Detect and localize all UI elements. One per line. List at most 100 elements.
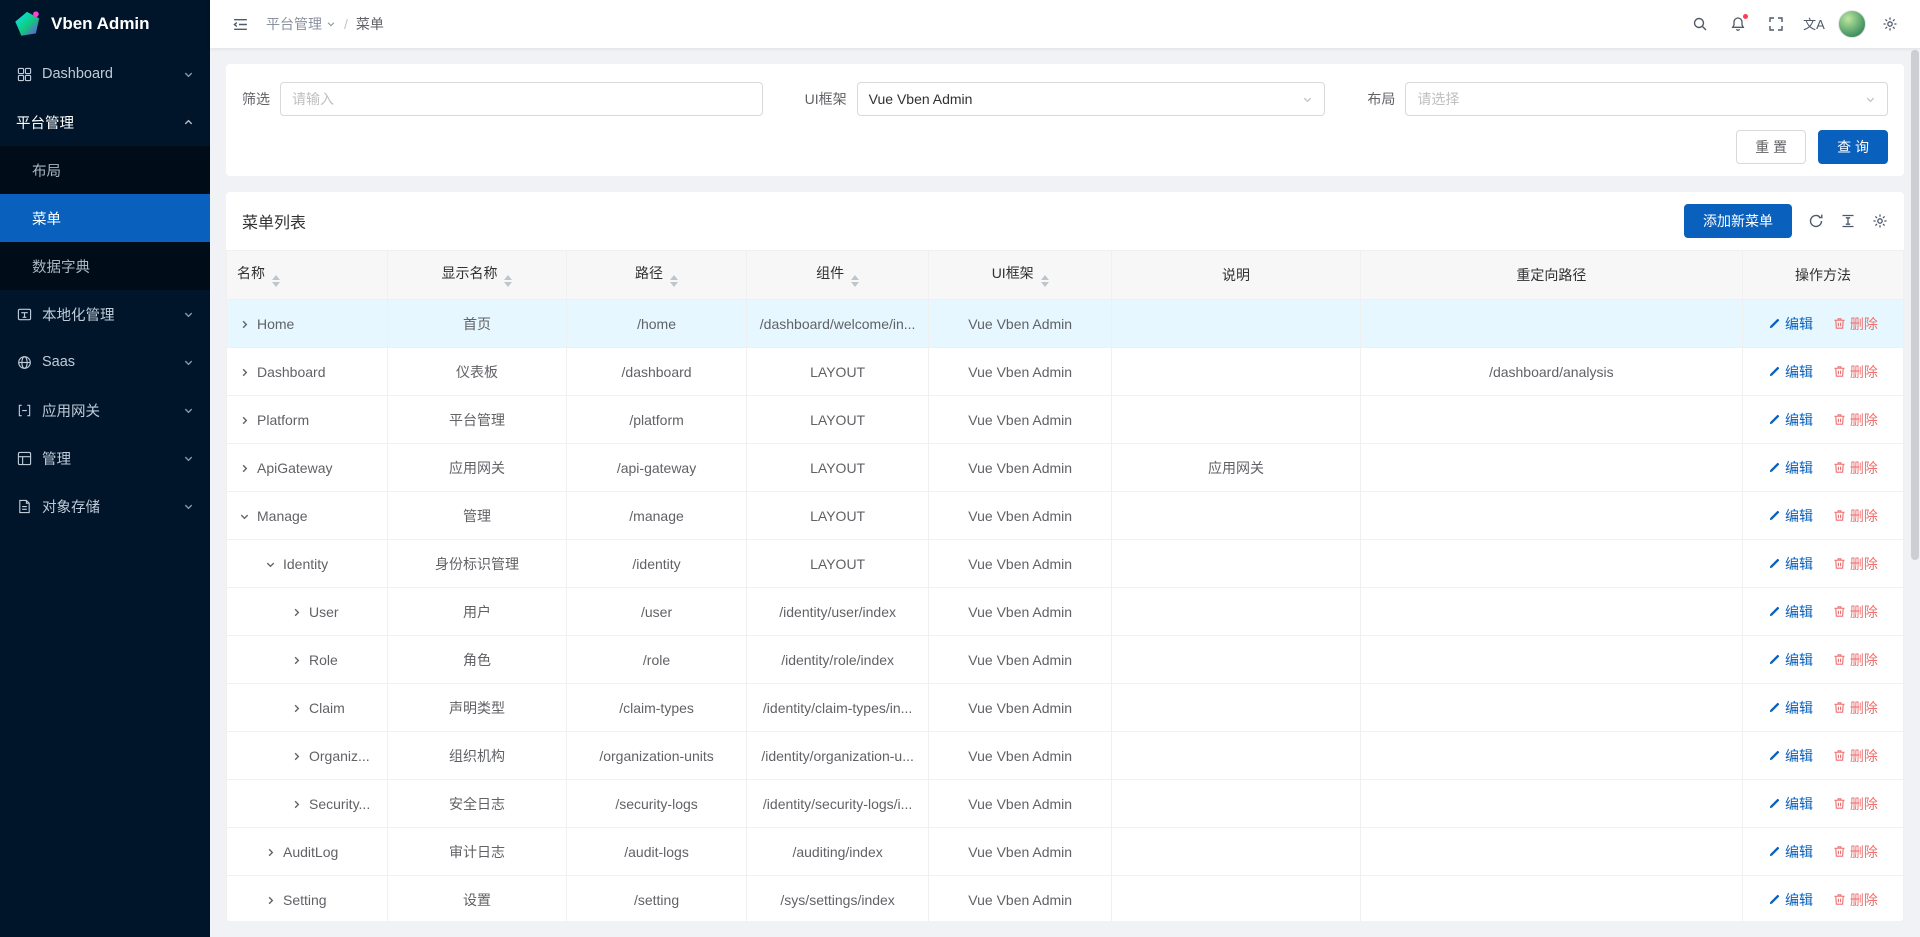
expand-chevron-icon[interactable] [239, 511, 250, 522]
delete-button[interactable]: 删除 [1833, 842, 1878, 862]
sort-icon[interactable] [851, 275, 859, 287]
table-row[interactable]: AuditLog 审计日志 /audit-logs /auditing/inde… [227, 828, 1904, 876]
expand-chevron-icon[interactable] [291, 607, 302, 618]
sort-icon[interactable] [504, 275, 512, 287]
refresh-icon[interactable] [1808, 213, 1824, 229]
delete-button[interactable]: 删除 [1833, 410, 1878, 430]
table-row[interactable]: Platform 平台管理 /platform LAYOUT Vue Vben … [227, 396, 1904, 444]
sidebar-item-storage[interactable]: 对象存储 [0, 482, 210, 530]
column-label: 路径 [635, 265, 663, 281]
table-row[interactable]: Manage 管理 /manage LAYOUT Vue Vben Admin … [227, 492, 1904, 540]
vertical-scrollbar[interactable] [1911, 50, 1919, 935]
expand-chevron-icon[interactable] [239, 415, 250, 426]
sort-icon[interactable] [1041, 275, 1049, 287]
edit-button[interactable]: 编辑 [1768, 362, 1813, 382]
delete-button[interactable]: 删除 [1833, 458, 1878, 478]
expand-chevron-icon[interactable] [239, 319, 250, 330]
table-row[interactable]: Claim 声明类型 /claim-types /identity/claim-… [227, 684, 1904, 732]
expand-chevron-icon[interactable] [291, 655, 302, 666]
ui-framework-select[interactable]: Vue Vben Admin [857, 82, 1326, 116]
sidebar-item-label: 本地化管理 [42, 304, 173, 325]
table-row[interactable]: Role 角色 /role /identity/role/index Vue V… [227, 636, 1904, 684]
row-height-icon[interactable] [1840, 213, 1856, 229]
delete-button[interactable]: 删除 [1833, 650, 1878, 670]
edit-button[interactable]: 编辑 [1768, 410, 1813, 430]
translate-icon[interactable]: 文A [1798, 8, 1830, 40]
delete-button[interactable]: 删除 [1833, 554, 1878, 574]
edit-button[interactable]: 编辑 [1768, 602, 1813, 622]
menu-fold-icon[interactable] [224, 8, 256, 40]
sidebar-item-saas[interactable]: Saas [0, 338, 210, 386]
column-header[interactable]: UI框架 [929, 251, 1112, 300]
expand-chevron-icon[interactable] [265, 895, 276, 906]
sidebar-item-manage[interactable]: 管理 [0, 434, 210, 482]
expand-chevron-icon[interactable] [239, 367, 250, 378]
app-logo[interactable]: Vben Admin [0, 0, 210, 48]
edit-button[interactable]: 编辑 [1768, 842, 1813, 862]
expand-chevron-icon[interactable] [265, 847, 276, 858]
sidebar-subitem-2[interactable]: 数据字典 [0, 242, 210, 290]
delete-button[interactable]: 删除 [1833, 746, 1878, 766]
settings-gear-icon[interactable] [1874, 8, 1906, 40]
search-icon[interactable] [1684, 8, 1716, 40]
breadcrumb-item-platform[interactable]: 平台管理 [266, 14, 336, 34]
sidebar-subitem-0[interactable]: 布局 [0, 146, 210, 194]
notification-icon[interactable] [1722, 8, 1754, 40]
trash-icon [1833, 413, 1846, 426]
reset-button[interactable]: 重 置 [1736, 130, 1806, 164]
expand-chevron-icon[interactable] [291, 799, 302, 810]
add-menu-button[interactable]: 添加新菜单 [1684, 204, 1792, 238]
table-row[interactable]: Identity 身份标识管理 /identity LAYOUT Vue Vbe… [227, 540, 1904, 588]
sort-icon[interactable] [272, 275, 280, 287]
table-row[interactable]: Security... 安全日志 /security-logs /identit… [227, 780, 1904, 828]
sidebar-item-localization[interactable]: 本地化管理 [0, 290, 210, 338]
delete-label: 删除 [1850, 362, 1878, 382]
edit-button[interactable]: 编辑 [1768, 650, 1813, 670]
actions-cell: 编辑 删除 [1742, 300, 1903, 348]
column-settings-icon[interactable] [1872, 213, 1888, 229]
sort-icon[interactable] [670, 275, 678, 287]
avatar[interactable] [1836, 8, 1868, 40]
query-button[interactable]: 查 询 [1818, 130, 1888, 164]
sidebar-subitem-1[interactable]: 菜单 [0, 194, 210, 242]
table-row[interactable]: Organiz... 组织机构 /organization-units /ide… [227, 732, 1904, 780]
delete-button[interactable]: 删除 [1833, 890, 1878, 910]
delete-button[interactable]: 删除 [1833, 698, 1878, 718]
delete-button[interactable]: 删除 [1833, 362, 1878, 382]
table-row[interactable]: Home 首页 /home /dashboard/welcome/in... V… [227, 300, 1904, 348]
expand-chevron-icon[interactable] [291, 703, 302, 714]
expand-chevron-icon[interactable] [239, 463, 250, 474]
sidebar-item-platform[interactable]: 平台管理 [0, 98, 210, 146]
edit-button[interactable]: 编辑 [1768, 794, 1813, 814]
fullscreen-icon[interactable] [1760, 8, 1792, 40]
delete-button[interactable]: 删除 [1833, 602, 1878, 622]
edit-button[interactable]: 编辑 [1768, 458, 1813, 478]
scrollbar-thumb[interactable] [1911, 50, 1919, 560]
filter-input[interactable] [280, 82, 763, 116]
delete-button[interactable]: 删除 [1833, 314, 1878, 334]
column-header[interactable]: 显示名称 [387, 251, 566, 300]
redirect-cell [1360, 828, 1742, 876]
column-header[interactable]: 组件 [747, 251, 929, 300]
edit-button[interactable]: 编辑 [1768, 314, 1813, 334]
edit-button[interactable]: 编辑 [1768, 554, 1813, 574]
expand-chevron-icon[interactable] [291, 751, 302, 762]
delete-button[interactable]: 删除 [1833, 506, 1878, 526]
table-row[interactable]: User 用户 /user /identity/user/index Vue V… [227, 588, 1904, 636]
edit-button[interactable]: 编辑 [1768, 698, 1813, 718]
column-header[interactable]: 路径 [567, 251, 747, 300]
edit-button[interactable]: 编辑 [1768, 746, 1813, 766]
layout-select[interactable]: 请选择 [1405, 82, 1888, 116]
delete-button[interactable]: 删除 [1833, 794, 1878, 814]
sidebar-item-gateway[interactable]: 应用网关 [0, 386, 210, 434]
edit-button[interactable]: 编辑 [1768, 506, 1813, 526]
edit-button[interactable]: 编辑 [1768, 890, 1813, 910]
table-row[interactable]: Dashboard 仪表板 /dashboard LAYOUT Vue Vben… [227, 348, 1904, 396]
sidebar-item-dashboard[interactable]: Dashboard [0, 50, 210, 98]
name-cell: Organiz... [227, 732, 388, 780]
edit-label: 编辑 [1785, 506, 1813, 526]
table-row[interactable]: ApiGateway 应用网关 /api-gateway LAYOUT Vue … [227, 444, 1904, 492]
table-row[interactable]: Setting 设置 /setting /sys/settings/index … [227, 876, 1904, 922]
expand-chevron-icon[interactable] [265, 559, 276, 570]
column-header[interactable]: 名称 [227, 251, 388, 300]
